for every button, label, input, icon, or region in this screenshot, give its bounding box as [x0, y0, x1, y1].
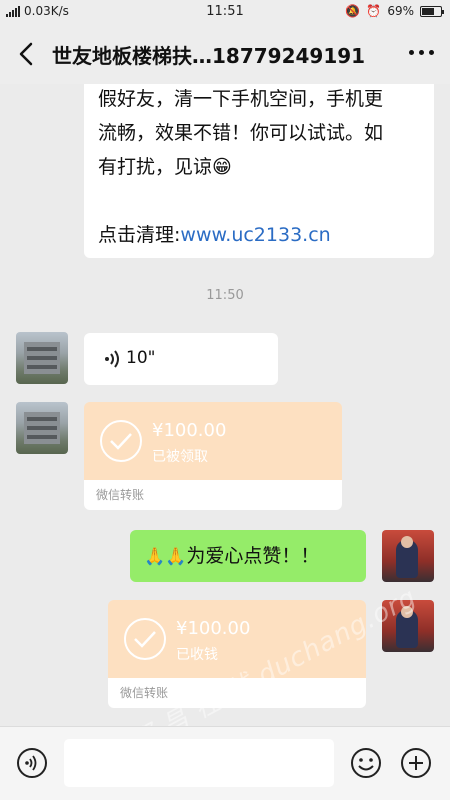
clean-line: 点击清理:www.uc2133.cn [98, 224, 331, 246]
outgoing-text-bubble[interactable]: 🙏🙏为爱心点赞！！ [130, 530, 366, 582]
transfer-label: 微信转账 [96, 488, 145, 502]
outgoing-text: 🙏🙏为爱心点赞！！ [144, 545, 320, 567]
sender-avatar[interactable] [16, 332, 68, 384]
message-line: 流畅，效果不错！你可以试试。如 [98, 122, 384, 144]
more-dots-icon[interactable] [409, 50, 434, 55]
voice-input-icon[interactable] [16, 747, 48, 779]
message-input[interactable] [64, 739, 334, 787]
check-circle-icon [124, 618, 166, 660]
chat-header: 世友地板楼梯扶…18779249191 [0, 24, 450, 84]
transfer-label: 微信转账 [120, 686, 169, 700]
clean-link[interactable]: www.uc2133.cn [180, 224, 330, 246]
my-avatar[interactable] [382, 530, 434, 582]
praying-hands-emoji: 🙏🙏 [144, 547, 187, 567]
grin-emoji: 😁 [212, 156, 232, 178]
back-arrow-icon[interactable] [14, 40, 40, 68]
transfer-amount: ¥100.00 [152, 420, 227, 441]
emoji-icon[interactable] [350, 747, 382, 779]
battery-icon [420, 5, 444, 17]
text-message-bubble[interactable]: 假好友，清一下手机空间，手机更 流畅，效果不错！你可以试试。如 有打扰，见谅😁 … [84, 84, 434, 258]
transfer-status: 已收钱 [176, 647, 218, 663]
mute-icon: 🔕 [345, 4, 361, 18]
battery-fill [422, 7, 435, 15]
status-bar: 0.03K/s 11:51 🔕 ⏰ 69% [0, 0, 450, 24]
status-right: 🔕 ⏰ 69% [345, 4, 444, 18]
battery-percent: 69% [387, 4, 414, 18]
plus-icon[interactable] [400, 747, 432, 779]
message-timestamp: 11:50 [206, 288, 244, 303]
voice-duration: 10" [126, 348, 156, 368]
check-circle-icon [100, 420, 142, 462]
input-bar [0, 726, 450, 800]
transfer-amount: ¥100.00 [176, 618, 251, 639]
voice-wave-icon [105, 350, 119, 368]
message-line: 有打扰，见谅😁 [98, 156, 232, 178]
sender-avatar[interactable] [16, 402, 68, 454]
transfer-card[interactable]: ¥100.00 已被领取 微信转账 [84, 402, 342, 510]
message-line: 假好友，清一下手机空间，手机更 [98, 88, 384, 110]
alarm-icon: ⏰ [366, 4, 382, 18]
chat-title: 世友地板楼梯扶…18779249191 [52, 44, 366, 68]
voice-message-bubble[interactable]: 10" [84, 333, 278, 385]
transfer-status: 已被领取 [152, 449, 208, 465]
